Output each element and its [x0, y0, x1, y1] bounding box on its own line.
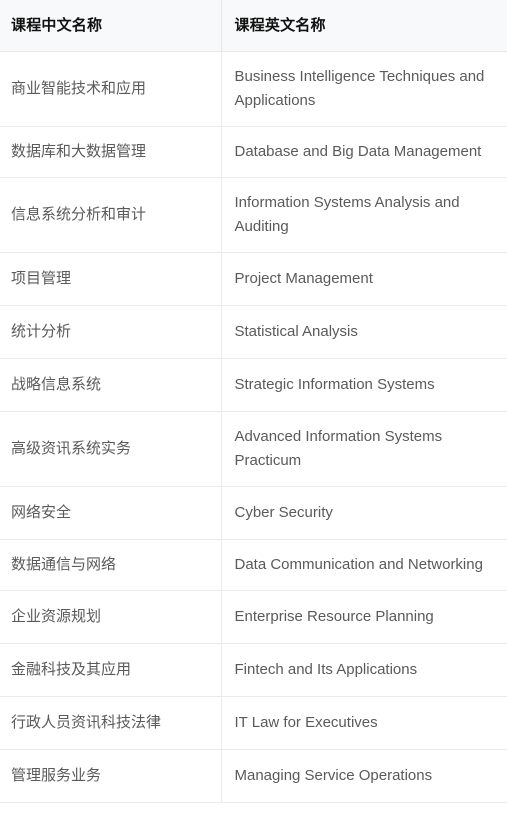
table-body: 商业智能技术和应用 Business Intelligence Technique…: [0, 51, 507, 803]
cell-chinese-name: 企业资源规划: [0, 590, 221, 644]
cell-english-name: Project Management: [220, 252, 507, 306]
cell-chinese-name: 高级资讯系统实务: [0, 411, 221, 487]
cell-english-name: Statistical Analysis: [220, 305, 507, 359]
table-header: 课程中文名称 课程英文名称: [0, 0, 507, 52]
cell-chinese-name: 数据通信与网络: [0, 539, 221, 591]
table-row: 金融科技及其应用 Fintech and Its Applications: [0, 643, 507, 697]
cell-english-name: Cyber Security: [220, 486, 507, 540]
cell-english-name: IT Law for Executives: [220, 696, 507, 750]
column-header-english-name: 课程英文名称: [220, 0, 507, 52]
cell-english-name: Data Communication and Networking: [220, 539, 507, 591]
table-row: 网络安全 Cyber Security: [0, 486, 507, 540]
cell-chinese-name: 项目管理: [0, 252, 221, 306]
cell-chinese-name: 战略信息系统: [0, 358, 221, 412]
table-row: 数据库和大数据管理 Database and Big Data Managemen…: [0, 126, 507, 178]
table-row: 数据通信与网络 Data Communication and Networking: [0, 539, 507, 591]
cell-chinese-name: 数据库和大数据管理: [0, 126, 221, 178]
cell-chinese-name: 统计分析: [0, 305, 221, 359]
cell-english-name: Database and Big Data Management: [220, 126, 507, 178]
cell-english-name: Business Intelligence Techniques and App…: [220, 51, 507, 127]
cell-chinese-name: 管理服务业务: [0, 749, 221, 803]
cell-chinese-name: 信息系统分析和审计: [0, 177, 221, 253]
course-name-table: 课程中文名称 课程英文名称 商业智能技术和应用 Business Intellig…: [0, 0, 507, 803]
table-row: 商业智能技术和应用 Business Intelligence Technique…: [0, 51, 507, 127]
cell-chinese-name: 商业智能技术和应用: [0, 51, 221, 127]
table-row: 行政人员资讯科技法律 IT Law for Executives: [0, 696, 507, 750]
table-row: 战略信息系统 Strategic Information Systems: [0, 358, 507, 412]
cell-english-name: Information Systems Analysis and Auditin…: [220, 177, 507, 253]
cell-chinese-name: 行政人员资讯科技法律: [0, 696, 221, 750]
table-row: 统计分析 Statistical Analysis: [0, 305, 507, 359]
cell-english-name: Advanced Information Systems Practicum: [220, 411, 507, 487]
cell-english-name: Managing Service Operations: [220, 749, 507, 803]
cell-chinese-name: 网络安全: [0, 486, 221, 540]
cell-english-name: Strategic Information Systems: [220, 358, 507, 412]
table-row: 企业资源规划 Enterprise Resource Planning: [0, 590, 507, 644]
cell-english-name: Enterprise Resource Planning: [220, 590, 507, 644]
cell-english-name: Fintech and Its Applications: [220, 643, 507, 697]
cell-chinese-name: 金融科技及其应用: [0, 643, 221, 697]
column-header-chinese-name: 课程中文名称: [0, 0, 221, 52]
table-row: 项目管理 Project Management: [0, 252, 507, 306]
table-header-row: 课程中文名称 课程英文名称: [0, 0, 507, 52]
table-row: 信息系统分析和审计 Information Systems Analysis an…: [0, 177, 507, 253]
table-row: 高级资讯系统实务 Advanced Information Systems Pra…: [0, 411, 507, 487]
table-row: 管理服务业务 Managing Service Operations: [0, 749, 507, 803]
